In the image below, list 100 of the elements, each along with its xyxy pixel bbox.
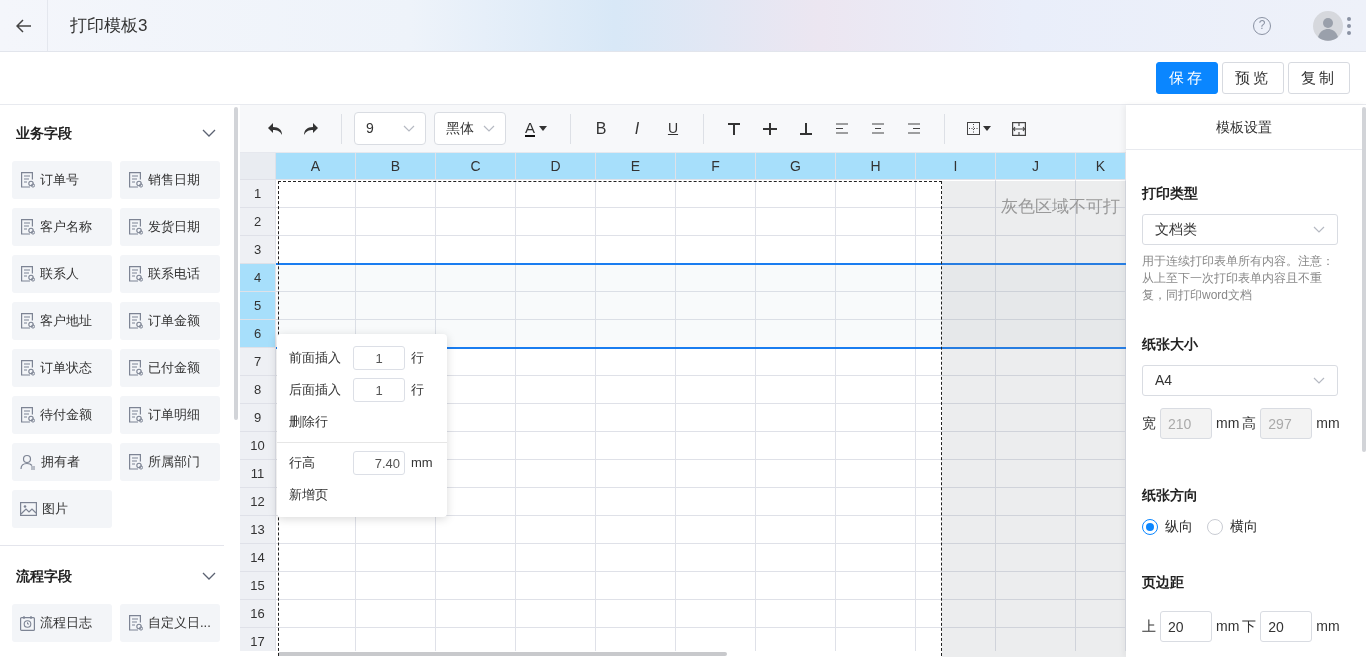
sheet-cell[interactable] bbox=[276, 208, 356, 236]
sheet-cell[interactable] bbox=[676, 460, 756, 488]
sheet-cell[interactable] bbox=[836, 264, 916, 292]
field-item[interactable]: 订单明细 bbox=[120, 396, 220, 434]
column-header[interactable]: D bbox=[516, 153, 596, 180]
sheet-cell[interactable] bbox=[1076, 600, 1126, 628]
sheet-cell[interactable] bbox=[356, 264, 436, 292]
sheet-cell[interactable] bbox=[756, 348, 836, 376]
sheet-cell[interactable] bbox=[756, 600, 836, 628]
chevron-icon[interactable] bbox=[202, 129, 216, 137]
sheet-cell[interactable] bbox=[356, 292, 436, 320]
sheet-cell[interactable] bbox=[1076, 572, 1126, 600]
field-item[interactable]: 图片 bbox=[12, 490, 112, 528]
column-header[interactable]: K bbox=[1076, 153, 1126, 180]
sheet-cell[interactable] bbox=[676, 600, 756, 628]
sheet-cell[interactable] bbox=[516, 572, 596, 600]
sheet-cell[interactable] bbox=[276, 292, 356, 320]
sheet-cell[interactable] bbox=[836, 572, 916, 600]
sheet-cell[interactable] bbox=[996, 348, 1076, 376]
sheet-cell[interactable] bbox=[596, 376, 676, 404]
row-header[interactable]: 4 bbox=[240, 264, 276, 292]
sheet-cell[interactable] bbox=[516, 376, 596, 404]
sheet-cell[interactable] bbox=[596, 348, 676, 376]
sheet-cell[interactable] bbox=[436, 600, 516, 628]
field-item[interactable]: 自定义日... bbox=[120, 604, 220, 642]
sheet-cell[interactable] bbox=[1076, 404, 1126, 432]
sheet-cell[interactable] bbox=[676, 432, 756, 460]
action-button[interactable]: 预览 bbox=[1222, 62, 1284, 94]
field-item[interactable]: 流程日志 bbox=[12, 604, 112, 642]
corner-cell[interactable] bbox=[240, 153, 276, 180]
dropdown[interactable]: 文档类 bbox=[1142, 214, 1338, 245]
sheet-cell[interactable] bbox=[756, 544, 836, 572]
row-header[interactable]: 14 bbox=[240, 544, 276, 572]
font-size-select[interactable]: 9 bbox=[354, 112, 426, 145]
sheet-cell[interactable] bbox=[756, 432, 836, 460]
field-item[interactable]: 发货日期 bbox=[120, 208, 220, 246]
sheet-cell[interactable] bbox=[596, 488, 676, 516]
column-header[interactable]: H bbox=[836, 153, 916, 180]
sheet-cell[interactable] bbox=[916, 348, 996, 376]
field-item[interactable]: 待付金额 bbox=[12, 396, 112, 434]
row-header[interactable]: 12 bbox=[240, 488, 276, 516]
sheet-cell[interactable] bbox=[436, 572, 516, 600]
row-header[interactable]: 3 bbox=[240, 236, 276, 264]
sheet-cell[interactable] bbox=[916, 432, 996, 460]
sheet-cell[interactable] bbox=[1076, 460, 1126, 488]
field-item[interactable]: 订单金额 bbox=[120, 302, 220, 340]
sheet-cell[interactable] bbox=[356, 208, 436, 236]
sheet-cell[interactable] bbox=[916, 572, 996, 600]
sheet-cell[interactable] bbox=[916, 180, 996, 208]
sheet-cell[interactable] bbox=[676, 376, 756, 404]
sheet-cell[interactable] bbox=[276, 544, 356, 572]
field-item[interactable]: 联系人 bbox=[12, 255, 112, 293]
row-header[interactable]: 1 bbox=[240, 180, 276, 208]
sheet-cell[interactable] bbox=[516, 404, 596, 432]
column-header[interactable]: B bbox=[356, 153, 436, 180]
new-page-item[interactable]: 新增页 bbox=[289, 485, 328, 505]
sheet-cell[interactable] bbox=[1076, 264, 1126, 292]
sheet-cell[interactable] bbox=[276, 572, 356, 600]
sheet-cell[interactable] bbox=[916, 376, 996, 404]
field-item[interactable]: 联系电话 bbox=[120, 255, 220, 293]
sheet-cell[interactable] bbox=[996, 404, 1076, 432]
sheet-cell[interactable] bbox=[836, 460, 916, 488]
sheet-cell[interactable] bbox=[436, 544, 516, 572]
sheet-cell[interactable] bbox=[516, 516, 596, 544]
insert-count-field[interactable]: 1 bbox=[353, 346, 405, 370]
sheet-cell[interactable] bbox=[676, 348, 756, 376]
column-header[interactable]: C bbox=[436, 153, 516, 180]
sheet-cell[interactable] bbox=[756, 376, 836, 404]
bold-button[interactable]: B bbox=[583, 113, 619, 144]
sheet-cell[interactable] bbox=[836, 348, 916, 376]
sheet-cell[interactable] bbox=[516, 488, 596, 516]
sheet-cell[interactable] bbox=[276, 264, 356, 292]
column-header[interactable]: G bbox=[756, 153, 836, 180]
sheet-cell[interactable] bbox=[676, 264, 756, 292]
sheet-cell[interactable] bbox=[596, 460, 676, 488]
sheet-cell[interactable] bbox=[996, 264, 1076, 292]
radio-option[interactable]: 横向 bbox=[1207, 516, 1258, 537]
sheet-cell[interactable] bbox=[356, 180, 436, 208]
sheet-cell[interactable] bbox=[916, 460, 996, 488]
sheet-cell[interactable] bbox=[596, 180, 676, 208]
sheet-cell[interactable] bbox=[836, 208, 916, 236]
scrollbar[interactable] bbox=[278, 652, 727, 656]
sheet-cell[interactable] bbox=[596, 432, 676, 460]
sheet-cell[interactable] bbox=[756, 404, 836, 432]
sheet-cell[interactable] bbox=[516, 544, 596, 572]
sheet-cell[interactable] bbox=[676, 404, 756, 432]
sheet-cell[interactable] bbox=[356, 544, 436, 572]
sheet-cell[interactable] bbox=[676, 292, 756, 320]
chevron-icon[interactable] bbox=[202, 572, 216, 580]
row-header[interactable]: 9 bbox=[240, 404, 276, 432]
sheet-cell[interactable] bbox=[516, 348, 596, 376]
action-button[interactable]: 保存 bbox=[1156, 62, 1218, 94]
sheet-cell[interactable] bbox=[436, 208, 516, 236]
sheet-cell[interactable] bbox=[836, 544, 916, 572]
sheet-cell[interactable] bbox=[756, 180, 836, 208]
sheet-cell[interactable] bbox=[916, 292, 996, 320]
sheet-cell[interactable] bbox=[916, 208, 996, 236]
sheet-cell[interactable] bbox=[436, 264, 516, 292]
sheet-cell[interactable] bbox=[676, 516, 756, 544]
field-item[interactable]: 订单号 bbox=[12, 161, 112, 199]
